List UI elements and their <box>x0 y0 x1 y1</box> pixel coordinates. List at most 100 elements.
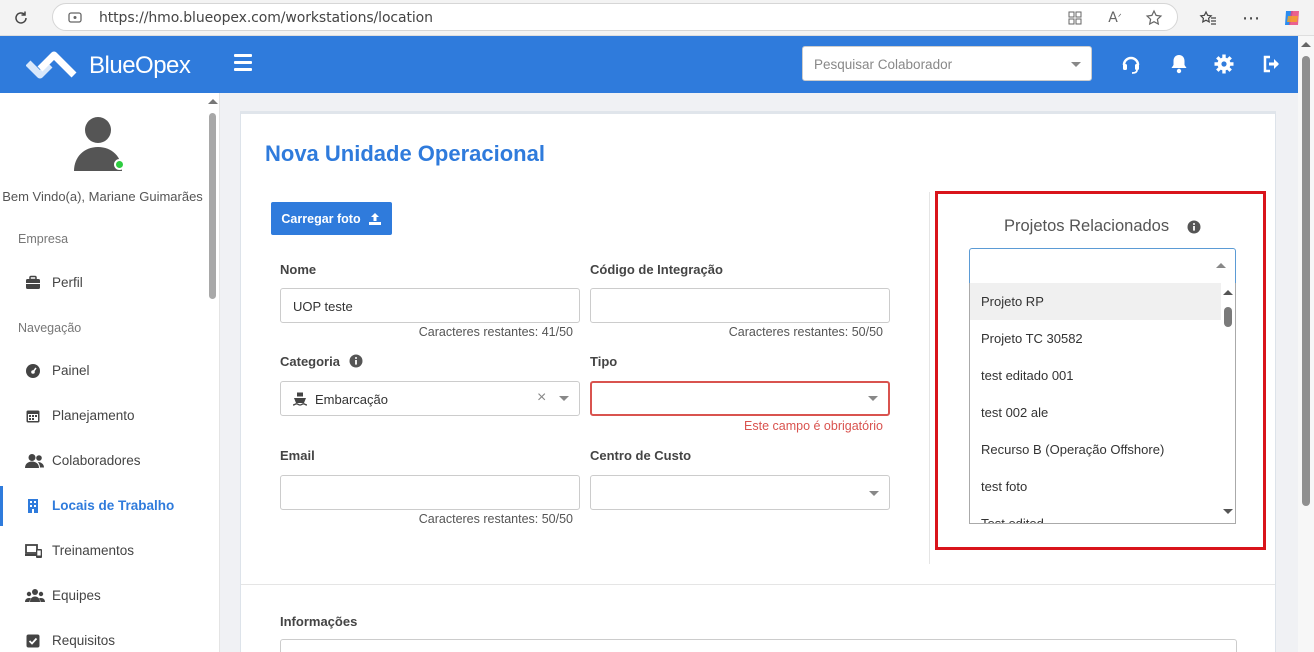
email-char-counter: Caracteres restantes: 50/50 <box>418 512 573 526</box>
scroll-down-arrow-icon[interactable] <box>1223 509 1233 514</box>
sidebar: Bem Vindo(a), Mariane Guimarães Empresa … <box>0 93 220 652</box>
sidebar-item-label: Treinamentos <box>52 543 135 558</box>
info-icon[interactable] <box>349 354 363 368</box>
sidebar-item-label: Perfil <box>52 275 83 290</box>
gauge-icon <box>25 363 41 379</box>
page-scrollbar-thumb[interactable] <box>1302 56 1310 506</box>
upload-photo-label: Carregar foto <box>281 211 361 226</box>
cost-center-select[interactable] <box>590 475 890 510</box>
name-label: Nome <box>280 262 317 277</box>
dropdown-option[interactable]: Projeto TC 30582 <box>970 320 1223 357</box>
sidebar-item-treinamentos[interactable]: Treinamentos <box>0 531 205 571</box>
type-error-message: Este campo é obrigatório <box>744 419 883 433</box>
chevron-down-icon <box>559 396 569 401</box>
sidebar-item-label: Requisitos <box>52 633 116 648</box>
ship-icon <box>292 392 308 406</box>
team-icon <box>25 588 45 604</box>
users-icon <box>25 453 45 469</box>
related-projects-title: Projetos Relacionados <box>1004 217 1170 235</box>
related-projects-select[interactable] <box>969 248 1236 284</box>
scroll-up-arrow-icon[interactable] <box>1301 42 1311 47</box>
menu-toggle-icon[interactable] <box>234 54 252 71</box>
dropdown-option[interactable]: test editado 001 <box>970 357 1223 394</box>
upload-photo-button[interactable]: Carregar foto <box>271 202 392 235</box>
type-select[interactable] <box>590 381 890 416</box>
sidebar-item-locais-de-trabalho[interactable]: Locais de Trabalho <box>0 486 205 526</box>
page-title: Nova Unidade Operacional <box>265 141 545 166</box>
calendar-icon <box>25 408 41 424</box>
online-status-indicator <box>114 159 125 170</box>
chevron-down-icon <box>868 396 878 401</box>
information-textarea[interactable] <box>280 639 1237 652</box>
reload-icon[interactable] <box>10 7 32 29</box>
email-label: Email <box>280 448 315 463</box>
dropdown-option[interactable]: Projeto RP <box>970 283 1223 320</box>
column-divider <box>929 192 930 564</box>
dropdown-option-label: test editado 001 <box>981 368 1074 383</box>
favorite-star-icon[interactable] <box>1144 8 1164 28</box>
clear-selection-icon[interactable]: × <box>537 389 546 407</box>
sidebar-item-colaboradores[interactable]: Colaboradores <box>0 441 205 481</box>
integration-code-label: Código de Integração <box>590 262 723 277</box>
headset-icon[interactable] <box>1120 53 1142 75</box>
dropdown-scrollbar-thumb[interactable] <box>1224 307 1232 327</box>
apps-icon[interactable] <box>1065 8 1085 28</box>
brand-name[interactable]: BlueOpex <box>89 52 191 80</box>
scroll-up-arrow-icon[interactable] <box>208 99 218 104</box>
dropdown-option[interactable]: Recurso B (Operação Offshore) <box>970 431 1223 468</box>
sidebar-item-label: Equipes <box>52 588 101 603</box>
sidebar-scrollbar-thumb[interactable] <box>209 113 216 299</box>
dropdown-option[interactable]: test foto <box>970 468 1223 505</box>
sidebar-item-label: Painel <box>52 363 90 378</box>
page-scrollbar[interactable] <box>1298 36 1314 652</box>
sidebar-item-label: Planejamento <box>52 408 135 423</box>
sidebar-item-requisitos[interactable]: Requisitos <box>0 621 205 652</box>
category-select[interactable]: Embarcação × <box>280 381 580 416</box>
welcome-text: Bem Vindo(a), Mariane Guimarães <box>2 189 203 204</box>
section-label-navigation: Navegação <box>18 321 82 335</box>
dropdown-option-label: test foto <box>981 479 1028 494</box>
dropdown-option[interactable]: test 002 ale <box>970 394 1223 431</box>
info-icon[interactable] <box>1187 220 1201 234</box>
employee-search-select[interactable]: Pesquisar Colaborador <box>802 46 1092 81</box>
address-bar[interactable]: https://hmo.blueopex.com/workstations/lo… <box>52 3 1178 31</box>
email-input[interactable] <box>280 475 580 510</box>
sidebar-item-painel[interactable]: Painel <box>0 351 205 391</box>
section-label-company: Empresa <box>18 232 69 246</box>
sidebar-scrollbar[interactable] <box>206 93 218 652</box>
app-header: BlueOpex Pesquisar Colaborador <box>0 36 1298 93</box>
dropdown-option-label: Projeto TC 30582 <box>981 331 1083 346</box>
read-aloud-icon[interactable]: Aᐟ <box>1105 8 1125 28</box>
copilot-icon[interactable] <box>1281 7 1303 29</box>
sidebar-item-label: Colaboradores <box>52 453 141 468</box>
gear-icon[interactable] <box>1213 53 1235 75</box>
bell-icon[interactable] <box>1168 53 1190 75</box>
more-icon[interactable]: ⋯ <box>1240 7 1262 29</box>
dropdown-scrollbar[interactable] <box>1221 283 1235 523</box>
browser-toolbar: https://hmo.blueopex.com/workstations/lo… <box>0 0 1314 36</box>
chevron-up-icon <box>1216 263 1226 268</box>
scroll-up-arrow-icon[interactable] <box>1223 290 1233 295</box>
dropdown-option-label: Projeto RP <box>981 294 1044 309</box>
favorites-icon[interactable] <box>1197 7 1219 29</box>
sidebar-item-perfil[interactable]: Perfil <box>0 263 205 303</box>
section-divider <box>241 584 1275 585</box>
url-text[interactable]: https://hmo.blueopex.com/workstations/lo… <box>99 10 433 26</box>
integration-code-input[interactable] <box>590 288 890 323</box>
employee-search-placeholder: Pesquisar Colaborador <box>814 57 953 72</box>
name-char-counter: Caracteres restantes: 41/50 <box>418 325 573 339</box>
chevron-down-icon <box>1071 62 1081 67</box>
logout-icon[interactable] <box>1261 53 1283 75</box>
name-input[interactable]: UOP teste <box>280 288 580 323</box>
devices-icon <box>25 543 43 559</box>
site-info-icon[interactable] <box>67 9 83 25</box>
sidebar-item-equipes[interactable]: Equipes <box>0 576 205 616</box>
category-label: Categoria <box>280 354 340 369</box>
dropdown-option-label: Test edited <box>981 516 1044 524</box>
dropdown-option[interactable]: Test edited <box>970 505 1223 524</box>
briefcase-icon <box>25 275 41 291</box>
blueopex-logo-icon[interactable] <box>25 47 78 81</box>
sidebar-item-planejamento[interactable]: Planejamento <box>0 396 205 436</box>
dropdown-option-label: Recurso B (Operação Offshore) <box>981 442 1165 457</box>
type-label: Tipo <box>590 354 618 369</box>
